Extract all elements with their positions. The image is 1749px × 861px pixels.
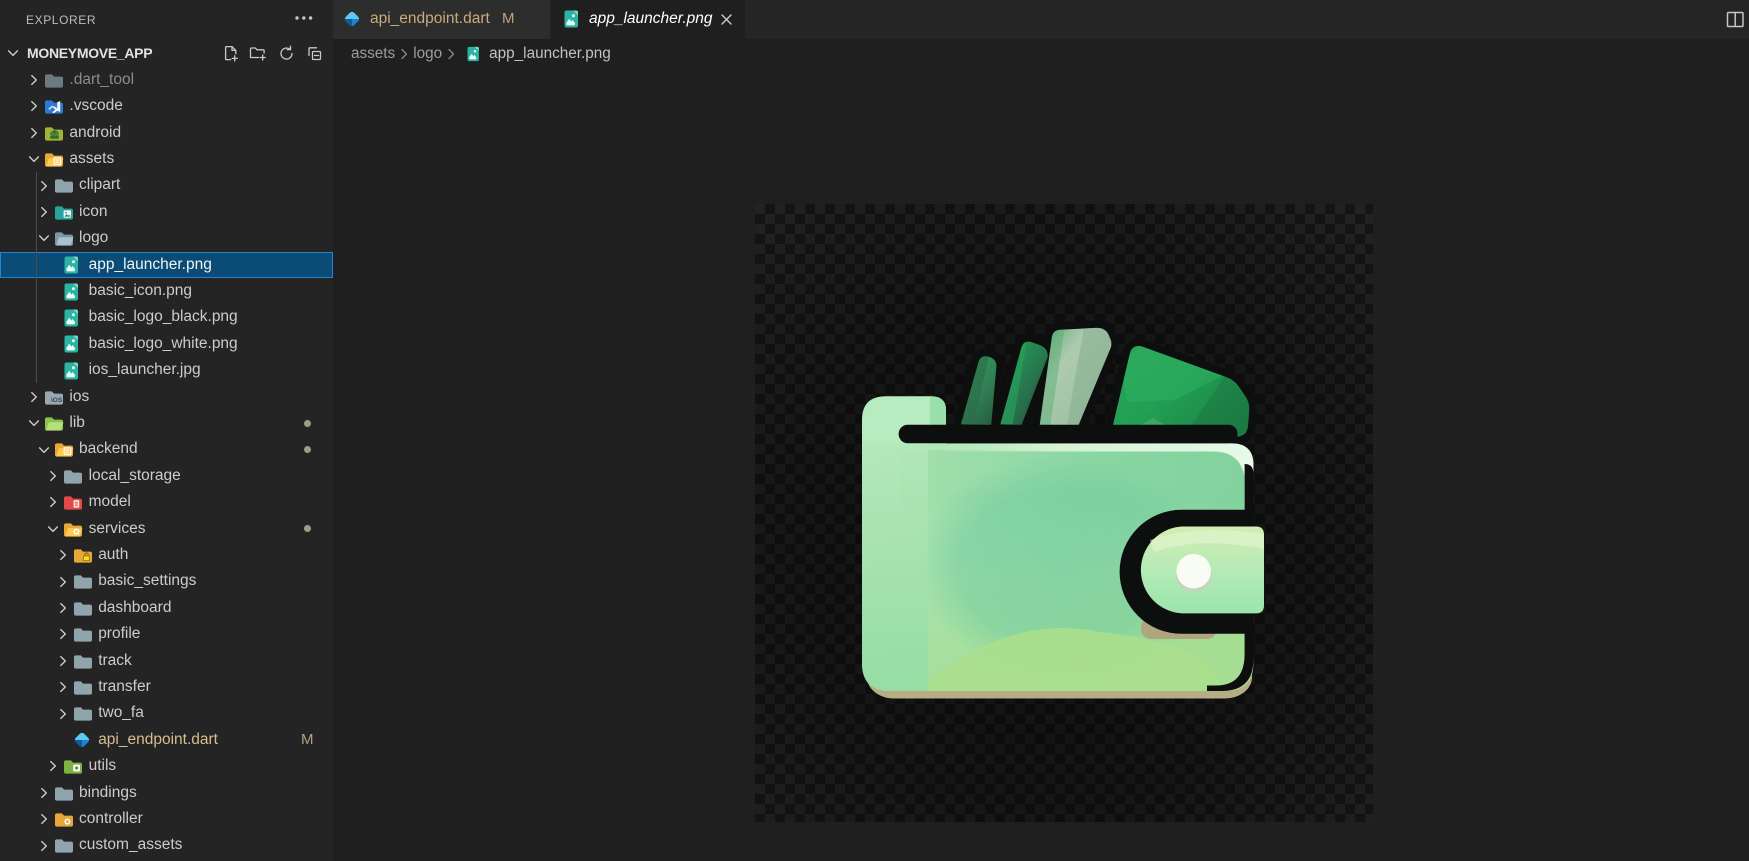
svg-text:iOS: iOS <box>51 397 63 404</box>
